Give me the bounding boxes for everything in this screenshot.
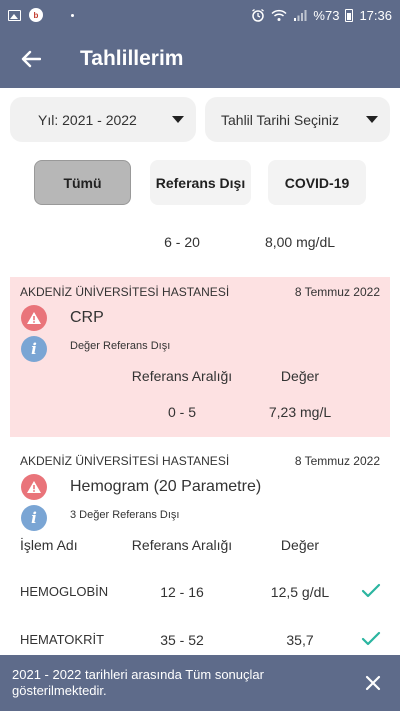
alarm-icon: [252, 8, 265, 22]
warning-icon: [21, 474, 47, 500]
check-icon: [361, 583, 381, 598]
test-name: Hemogram (20 Parametre): [70, 478, 262, 495]
app-bar: Tahlillerim: [0, 30, 400, 88]
hospital-name: AKDENİZ ÜNİVERSİTESİ HASTANESİ: [20, 454, 230, 468]
caret-down-icon: [366, 116, 378, 123]
column-header-name: İşlem Adı: [20, 537, 78, 553]
close-icon: [365, 675, 381, 691]
info-icon: i: [21, 336, 47, 362]
check-icon: [361, 631, 381, 646]
partial-row-value: 8,00 mg/dL: [264, 234, 336, 250]
tab-covid[interactable]: COVID-19: [268, 160, 366, 205]
snackbar: 2021 - 2022 tarihleri arasında Tüm sonuç…: [0, 655, 400, 711]
test-item-value: 12,5 g/dL: [270, 584, 330, 600]
page-title: Tahlillerim: [80, 47, 184, 70]
year-dropdown-label: Yıl: 2021 - 2022: [38, 111, 137, 128]
result-value: 7,23 mg/L: [268, 404, 332, 420]
partial-row-range: 6 - 20: [164, 234, 200, 250]
column-header-value: Değer: [280, 537, 320, 553]
date-dropdown[interactable]: Tahlil Tarihi Seçiniz: [205, 97, 390, 142]
tab-out-of-range[interactable]: Referans Dışı: [150, 160, 251, 205]
battery-percent: %73: [313, 7, 340, 23]
warning-icon: [21, 305, 47, 331]
snackbar-close-button[interactable]: [358, 668, 388, 698]
result-date: 8 Temmuz 2022: [294, 285, 380, 299]
back-button[interactable]: [0, 30, 62, 88]
arrow-left-icon: [21, 50, 41, 68]
test-item-name: HEMOGLOBİN: [20, 584, 109, 599]
column-header-range: Referans Aralığı: [131, 537, 233, 553]
battery-icon: [345, 8, 354, 22]
test-name: CRP: [70, 309, 104, 326]
out-of-range-status: 3 Değer Referans Dışı: [70, 509, 180, 521]
caret-down-icon: [172, 116, 184, 123]
gallery-icon: [8, 9, 21, 21]
result-date: 8 Temmuz 2022: [294, 454, 380, 468]
info-icon: i: [21, 505, 47, 531]
test-item-range: 35 - 52: [160, 632, 204, 648]
out-of-range-status: Değer Referans Dışı: [70, 340, 171, 352]
hospital-name: AKDENİZ ÜNİVERSİTESİ HASTANESİ: [20, 285, 230, 299]
year-dropdown[interactable]: Yıl: 2021 - 2022: [10, 97, 196, 142]
tab-all[interactable]: Tümü: [34, 160, 131, 205]
status-bar: b %73 17:36: [0, 0, 400, 30]
column-header-value: Değer: [280, 368, 320, 384]
result-range: 0 - 5: [167, 404, 196, 420]
column-header-range: Referans Aralığı: [131, 368, 233, 384]
app-notification-icon: b: [29, 8, 43, 22]
test-item-range: 12 - 16: [160, 584, 204, 600]
snackbar-message: 2021 - 2022 tarihleri arasında Tüm sonuç…: [12, 667, 264, 698]
signal-icon: [294, 9, 307, 21]
test-item-name: HEMATOKRİT: [20, 632, 105, 647]
clock: 17:36: [359, 7, 392, 23]
date-dropdown-label: Tahlil Tarihi Seçiniz: [221, 111, 340, 128]
wifi-icon: [271, 9, 287, 21]
test-item-value: 35,7: [286, 632, 314, 648]
notification-dot-icon: [71, 13, 74, 17]
